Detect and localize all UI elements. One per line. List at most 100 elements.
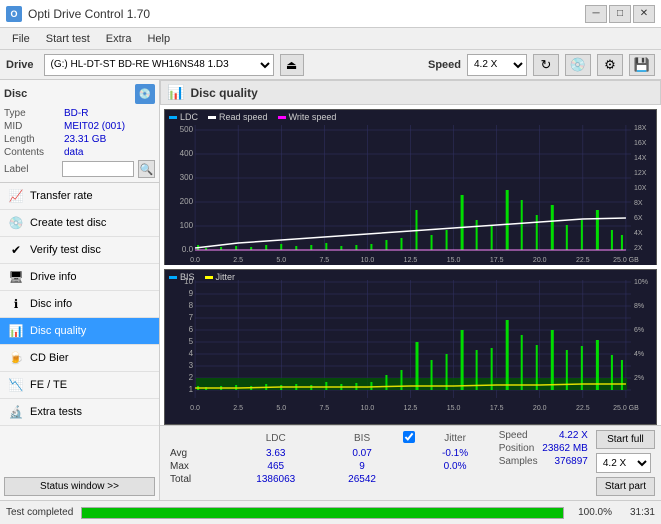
chart-ldc: LDC Read speed Write speed <box>164 109 657 265</box>
svg-text:8%: 8% <box>634 303 644 310</box>
progress-bar-fill <box>82 508 563 518</box>
avg-jitter: -0.1% <box>419 447 490 460</box>
nav-label-cd-bier: CD Bier <box>30 352 69 364</box>
start-part-button[interactable]: Start part <box>596 477 655 496</box>
window-controls: ─ □ ✕ <box>585 5 655 23</box>
disc-quality-panel-header: 📊 Disc quality <box>160 80 661 105</box>
sidebar-item-extra-tests[interactable]: 🔬 Extra tests <box>0 399 159 426</box>
menu-bar: File Start test Extra Help <box>0 28 661 50</box>
speed-dropdown[interactable]: 4.2 X <box>596 453 651 473</box>
extra-tests-icon: 🔬 <box>8 404 24 420</box>
disc-contents-label: Contents <box>4 147 62 158</box>
svg-text:18X: 18X <box>634 125 647 132</box>
menu-help[interactable]: Help <box>139 31 178 47</box>
write-speed-legend-color <box>278 116 286 119</box>
svg-text:12X: 12X <box>634 170 647 177</box>
svg-text:6X: 6X <box>634 215 643 222</box>
speed-select[interactable]: 4.2 X <box>467 54 527 76</box>
svg-text:5: 5 <box>189 337 194 346</box>
svg-text:10.0: 10.0 <box>361 257 375 264</box>
max-jitter: 0.0% <box>419 460 490 473</box>
disc-label-label: Label <box>4 164 58 175</box>
sidebar-item-fe-te[interactable]: 📉 FE / TE <box>0 372 159 399</box>
svg-text:1: 1 <box>189 385 194 394</box>
drive-select[interactable]: (G:) HL-DT-ST BD-RE WH16NS48 1.D3 <box>44 54 274 76</box>
sidebar-item-transfer-rate[interactable]: 📈 Transfer rate <box>0 183 159 210</box>
legend-jitter: Jitter <box>205 272 236 282</box>
action-buttons: Start full 4.2 X Start part <box>596 430 655 496</box>
sidebar-item-create-test-disc[interactable]: 💿 Create test disc <box>0 210 159 237</box>
svg-text:22.5: 22.5 <box>576 405 590 412</box>
disc-type-value: BD-R <box>64 108 155 119</box>
avg-row-label: Avg <box>166 447 227 460</box>
ldc-legend-color <box>169 116 177 119</box>
jitter-legend-label: Jitter <box>216 272 236 282</box>
chart-bis: BIS Jitter <box>164 269 657 425</box>
sidebar-item-drive-info[interactable]: 🖥 Drive info <box>0 264 159 291</box>
disc-label-search-button[interactable]: 🔍 <box>138 160 155 178</box>
disc-section: Disc 💿 Type BD-R MID MEIT02 (001) Length… <box>0 80 159 183</box>
chart1-svg: 500 400 300 200 100 0.0 18X 16X 14X 12X … <box>165 110 656 265</box>
save-button[interactable]: 💾 <box>629 54 655 76</box>
disc-info-icon: ℹ <box>8 296 24 312</box>
menu-file[interactable]: File <box>4 31 38 47</box>
sidebar-item-disc-info[interactable]: ℹ Disc info <box>0 291 159 318</box>
avg-bis: 0.07 <box>325 447 400 460</box>
samples-value: 376897 <box>554 456 587 467</box>
svg-text:2: 2 <box>189 373 194 382</box>
svg-text:5.0: 5.0 <box>276 257 286 264</box>
disc-length-value: 23.31 GB <box>64 134 155 145</box>
svg-text:2.5: 2.5 <box>233 257 243 264</box>
max-row-label: Max <box>166 460 227 473</box>
eject-button[interactable]: ⏏ <box>280 54 304 76</box>
elapsed-time: 31:31 <box>620 507 655 518</box>
stats-table: LDC BIS Jitter Avg 3.63 0.07 -0.1% <box>166 430 491 496</box>
jitter-checkbox[interactable] <box>403 431 415 443</box>
svg-text:4X: 4X <box>634 230 643 237</box>
svg-text:8X: 8X <box>634 200 643 207</box>
close-button[interactable]: ✕ <box>633 5 655 23</box>
sidebar-item-cd-bier[interactable]: 🍺 CD Bier <box>0 345 159 372</box>
nav-label-create-test-disc: Create test disc <box>30 217 106 229</box>
refresh-button[interactable]: ↻ <box>533 54 559 76</box>
start-full-button[interactable]: Start full <box>596 430 655 449</box>
legend-bis: BIS <box>169 272 195 282</box>
svg-text:10%: 10% <box>634 279 648 286</box>
menu-start-test[interactable]: Start test <box>38 31 98 47</box>
max-bis: 9 <box>325 460 400 473</box>
total-bis: 26542 <box>325 473 400 486</box>
minimize-button[interactable]: ─ <box>585 5 607 23</box>
svg-text:2.5: 2.5 <box>233 405 243 412</box>
menu-extra[interactable]: Extra <box>98 31 140 47</box>
svg-text:5.0: 5.0 <box>276 405 286 412</box>
nav-label-transfer-rate: Transfer rate <box>30 190 93 202</box>
sidebar-item-disc-quality[interactable]: 📊 Disc quality <box>0 318 159 345</box>
svg-text:17.5: 17.5 <box>490 257 504 264</box>
cd-bier-icon: 🍺 <box>8 350 24 366</box>
svg-text:0.0: 0.0 <box>190 405 200 412</box>
svg-text:8: 8 <box>189 301 194 310</box>
settings-button[interactable]: ⚙ <box>597 54 623 76</box>
svg-text:400: 400 <box>180 149 194 158</box>
maximize-button[interactable]: □ <box>609 5 631 23</box>
svg-text:17.5: 17.5 <box>490 405 504 412</box>
disc-label-input[interactable] <box>62 161 134 177</box>
total-ldc: 1386063 <box>227 473 325 486</box>
status-window-button[interactable]: Status window >> <box>4 477 155 496</box>
svg-text:12.5: 12.5 <box>404 405 418 412</box>
svg-text:12.5: 12.5 <box>404 257 418 264</box>
svg-text:2X: 2X <box>634 245 643 252</box>
col-jitter-header: Jitter <box>419 430 490 447</box>
disc-icon-button[interactable]: 💿 <box>565 54 591 76</box>
svg-text:6: 6 <box>189 325 194 334</box>
read-speed-legend-color <box>208 116 216 119</box>
progress-percentage: 100.0% <box>572 507 612 518</box>
svg-text:16X: 16X <box>634 140 647 147</box>
samples-label: Samples <box>499 456 538 467</box>
verify-test-disc-icon: ✔ <box>8 242 24 258</box>
write-speed-legend-label: Write speed <box>289 112 337 122</box>
sidebar-item-verify-test-disc[interactable]: ✔ Verify test disc <box>0 237 159 264</box>
svg-text:0.0: 0.0 <box>190 257 200 264</box>
sidebar: Disc 💿 Type BD-R MID MEIT02 (001) Length… <box>0 80 160 500</box>
disc-section-title: Disc <box>4 88 27 100</box>
